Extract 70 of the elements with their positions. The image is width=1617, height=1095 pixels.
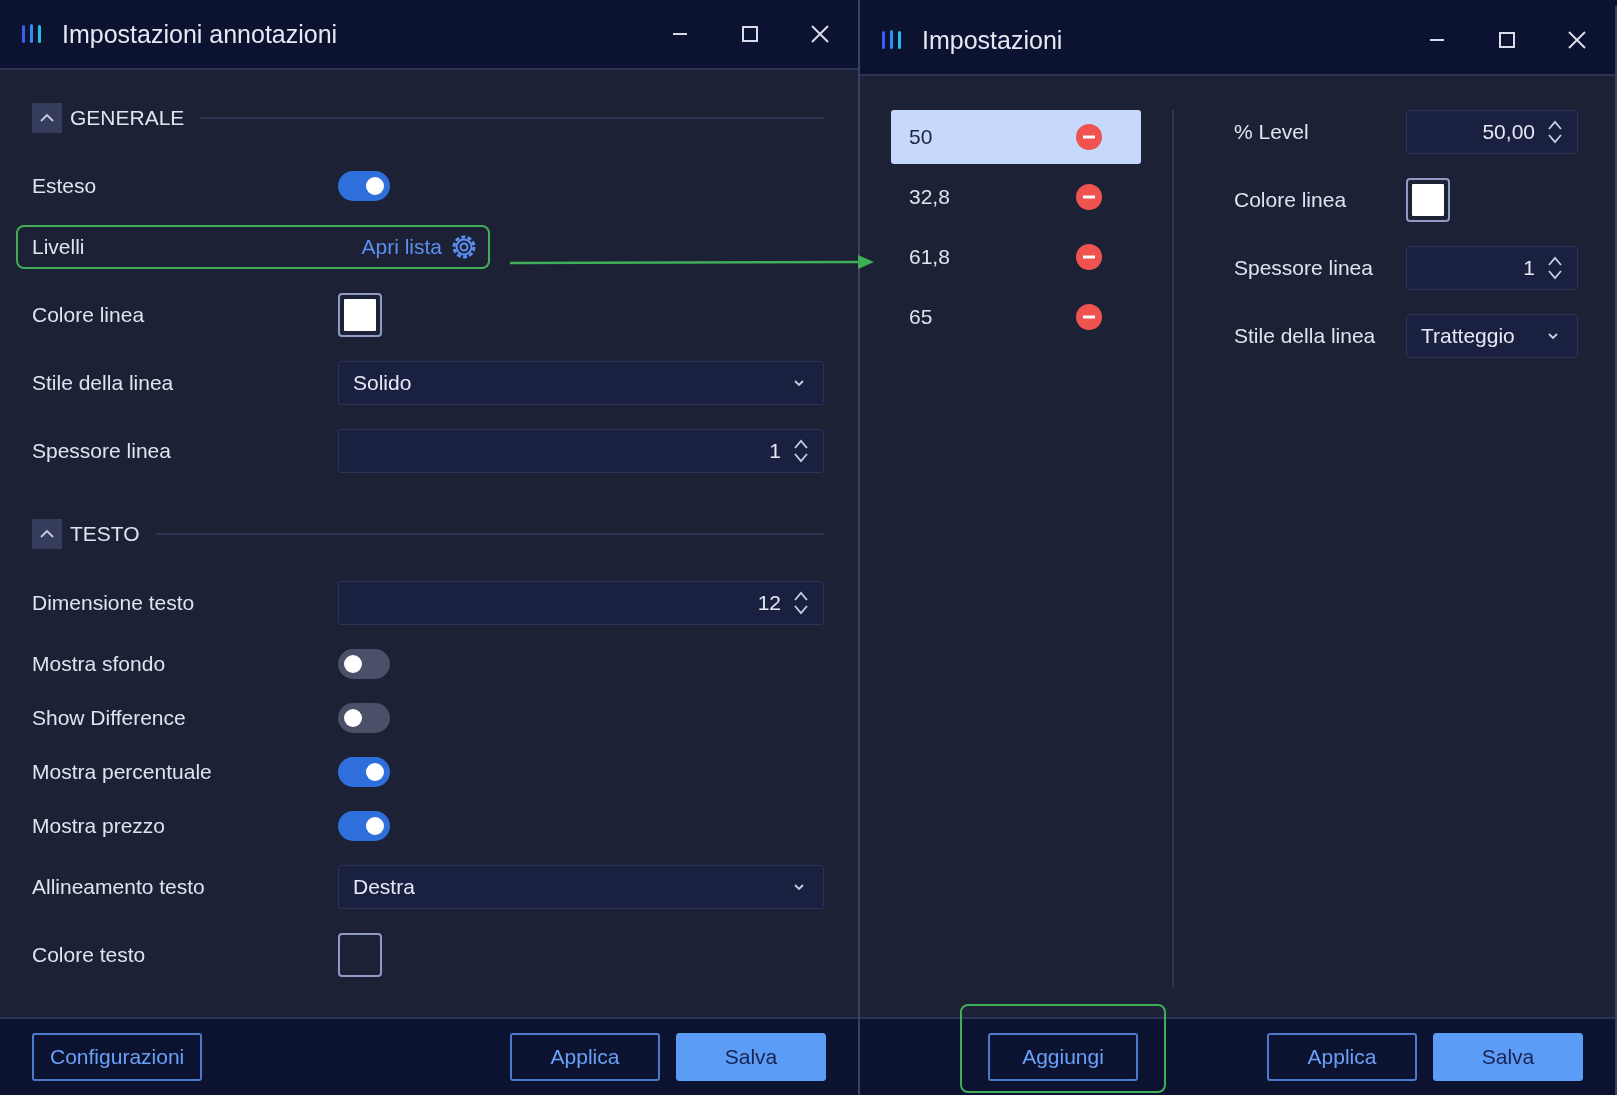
number-field[interactable]: 12 [338, 581, 824, 625]
spinner-arrows-icon[interactable] [1547, 119, 1563, 145]
setting-label: Colore linea [32, 303, 145, 327]
open-list-link[interactable]: Apri lista [361, 235, 442, 259]
color-swatch[interactable] [338, 933, 382, 977]
setting-label: Colore linea [1234, 188, 1347, 212]
button[interactable]: Applica [510, 1033, 660, 1081]
app-logo-icon [880, 28, 904, 52]
gear-icon[interactable] [450, 233, 478, 261]
button[interactable]: Aggiungi [988, 1033, 1138, 1081]
setting-label: Spessore linea [1234, 256, 1373, 280]
dropdown-value: Solido [353, 371, 412, 395]
spinner-arrows-icon[interactable] [793, 438, 809, 464]
button[interactable]: Configurazioni [32, 1033, 203, 1081]
dropdown[interactable]: Solido [338, 361, 824, 405]
toggle-switch[interactable] [338, 811, 390, 841]
toggle-switch[interactable] [338, 757, 390, 787]
section-title: TESTO [70, 522, 140, 546]
remove-icon[interactable] [1075, 303, 1103, 331]
field-value: 1 [1523, 256, 1535, 280]
spinner-arrows-icon[interactable] [793, 590, 809, 616]
setting-label: Show Difference [32, 706, 186, 730]
field-value: 12 [757, 591, 781, 615]
level-item[interactable]: 65 [891, 290, 1141, 344]
primary-button[interactable]: Salva [1433, 1033, 1583, 1081]
dropdown[interactable]: Tratteggio [1406, 314, 1578, 358]
window-title: Impostazioni [922, 25, 1064, 55]
setting-label: Stile della linea [32, 371, 174, 395]
setting-label: % Level [1234, 120, 1309, 144]
number-field[interactable]: 50,00 [1406, 110, 1578, 154]
level-item[interactable]: 32,8 [891, 170, 1141, 224]
remove-icon[interactable] [1075, 243, 1103, 271]
setting-label: Stile della linea [1234, 324, 1376, 348]
dropdown-value: Destra [353, 875, 415, 899]
field-value: 1 [769, 439, 781, 463]
collapse-button[interactable] [32, 519, 62, 549]
level-item[interactable]: 50 [891, 110, 1141, 164]
window-title: Impostazioni annotazioni [62, 19, 339, 49]
setting-label: Spessore linea [32, 439, 171, 463]
setting-label: Esteso [32, 174, 97, 198]
field-value: 50,00 [1482, 120, 1535, 144]
number-field[interactable]: 1 [338, 429, 824, 473]
setting-label: Allineamento testo [32, 875, 205, 899]
primary-button[interactable]: Salva [676, 1033, 826, 1081]
level-item[interactable]: 61,8 [891, 230, 1141, 284]
setting-label: Livelli [32, 235, 85, 259]
color-swatch[interactable] [1406, 178, 1450, 222]
caret-icon[interactable] [39, 113, 55, 123]
setting-label: Mostra prezzo [32, 814, 166, 838]
color-swatch[interactable] [338, 293, 382, 337]
dropdown[interactable]: Destra [338, 865, 824, 909]
toggle-switch[interactable] [338, 649, 390, 679]
chevron-down-icon[interactable] [1547, 332, 1559, 340]
toggle-switch[interactable] [338, 171, 390, 201]
button[interactable]: Applica [1267, 1033, 1417, 1081]
spinner-arrows-icon[interactable] [1547, 255, 1563, 281]
chevron-down-icon[interactable] [793, 379, 805, 387]
setting-label: Mostra sfondo [32, 652, 166, 676]
collapse-button[interactable] [32, 103, 62, 133]
app-logo-icon [20, 22, 44, 46]
dropdown-value: Tratteggio [1421, 324, 1515, 348]
number-field[interactable]: 1 [1406, 246, 1578, 290]
chevron-down-icon[interactable] [793, 883, 805, 891]
section-title: GENERALE [70, 106, 185, 130]
remove-icon[interactable] [1075, 183, 1103, 211]
setting-label: Mostra percentuale [32, 760, 212, 784]
setting-label: Colore testo [32, 943, 146, 967]
caret-icon[interactable] [39, 529, 55, 539]
setting-label: Dimensione testo [32, 591, 195, 615]
toggle-switch[interactable] [338, 703, 390, 733]
